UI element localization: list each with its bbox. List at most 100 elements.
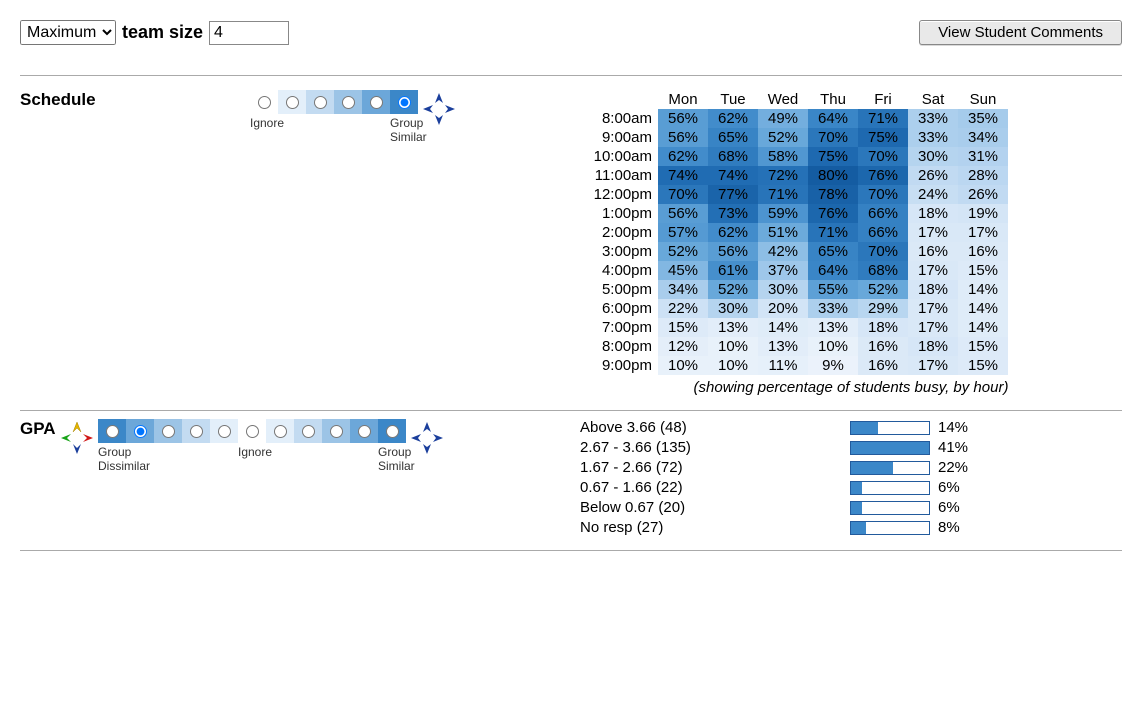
heatmap-cell: 80% — [808, 166, 858, 185]
heatmap-cell: 72% — [758, 166, 808, 185]
gpa-weight-radio-8[interactable] — [322, 419, 350, 443]
heatmap-cell: 26% — [908, 166, 958, 185]
gpa-title: GPA — [20, 419, 60, 439]
time-label: 9:00am — [580, 128, 658, 147]
top-bar-left: MaximumMinimumExact team size — [20, 20, 289, 45]
gpa-weight-radio-9[interactable] — [350, 419, 378, 443]
heatmap-cell: 20% — [758, 299, 808, 318]
heatmap-cell: 56% — [658, 204, 708, 223]
gpa-weight-radio-3[interactable] — [182, 419, 210, 443]
gpa-weight-radio-1[interactable] — [126, 419, 154, 443]
time-label: 7:00pm — [580, 318, 658, 337]
gpa-bar: 22% — [850, 459, 1122, 476]
heatmap-cell: 70% — [858, 242, 908, 261]
heatmap-cell: 37% — [758, 261, 808, 280]
heatmap-cell: 66% — [858, 223, 908, 242]
day-header: Tue — [708, 90, 758, 109]
gpa-weight-slider[interactable]: GroupDissimilarIgnoreGroupSimilar — [98, 419, 406, 473]
time-label: 9:00pm — [580, 356, 658, 375]
heatmap-cell: 76% — [858, 166, 908, 185]
time-label: 5:00pm — [580, 280, 658, 299]
gpa-bar: 6% — [850, 479, 1122, 496]
heatmap-cell: 64% — [808, 109, 858, 128]
gpa-bucket-label: 0.67 - 1.66 (22) — [580, 479, 820, 496]
schedule-weight-radio-5[interactable] — [390, 90, 418, 114]
heatmap-cell: 34% — [658, 280, 708, 299]
day-header: Sat — [908, 90, 958, 109]
heatmap-cell: 18% — [858, 318, 908, 337]
day-header: Thu — [808, 90, 858, 109]
heatmap-cell: 58% — [758, 147, 808, 166]
gpa-bar-pct: 8% — [938, 519, 960, 536]
heatmap-cell: 12% — [658, 337, 708, 356]
heatmap-cell: 11% — [758, 356, 808, 375]
team-size-input[interactable] — [209, 21, 289, 45]
heatmap-cell: 17% — [908, 318, 958, 337]
heatmap-cell: 42% — [758, 242, 808, 261]
heatmap-cell: 56% — [658, 109, 708, 128]
schedule-weight-radio-1[interactable] — [278, 90, 306, 114]
heatmap-cell: 77% — [708, 185, 758, 204]
heatmap-cell: 56% — [658, 128, 708, 147]
gpa-bucket-label: Above 3.66 (48) — [580, 419, 820, 436]
gpa-weight-radio-10[interactable] — [378, 419, 406, 443]
heatmap-cell: 26% — [958, 185, 1008, 204]
gpa-weight-radio-6[interactable] — [266, 419, 294, 443]
heatmap-cell: 73% — [708, 204, 758, 223]
time-label: 6:00pm — [580, 299, 658, 318]
time-label: 2:00pm — [580, 223, 658, 242]
heatmap-cell: 10% — [708, 356, 758, 375]
heatmap-cell: 30% — [908, 147, 958, 166]
schedule-title: Schedule — [20, 90, 250, 110]
view-student-comments-button[interactable]: View Student Comments — [919, 20, 1122, 45]
heatmap-cell: 13% — [808, 318, 858, 337]
schedule-caption: (showing percentage of students busy, by… — [580, 379, 1122, 396]
gpa-weight-radio-2[interactable] — [154, 419, 182, 443]
schedule-weight-radio-3[interactable] — [334, 90, 362, 114]
heatmap-cell: 16% — [958, 242, 1008, 261]
heatmap-cell: 24% — [908, 185, 958, 204]
heatmap-cell: 59% — [758, 204, 808, 223]
heatmap-cell: 75% — [808, 147, 858, 166]
heatmap-cell: 17% — [908, 299, 958, 318]
gpa-weight-radio-7[interactable] — [294, 419, 322, 443]
gpa-weight-radio-0[interactable] — [98, 419, 126, 443]
schedule-weight-radio-0[interactable] — [250, 90, 278, 114]
gpa-section: GPA GroupDissimilarIgnoreGroupSimilar — [20, 411, 1122, 551]
gpa-weight-radio-4[interactable] — [210, 419, 238, 443]
heatmap-cell: 9% — [808, 356, 858, 375]
schedule-weight-slider[interactable]: IgnoreGroupSimilar — [250, 90, 418, 144]
gpa-bar: 6% — [850, 499, 1122, 516]
gpa-bar: 41% — [850, 439, 1122, 456]
gpa-weight-radio-5[interactable] — [238, 419, 266, 443]
gpa-histogram: Above 3.66 (48)2.67 - 3.66 (135)1.67 - 2… — [580, 419, 1122, 536]
heatmap-cell: 18% — [908, 337, 958, 356]
gpa-bar-pct: 22% — [938, 459, 968, 476]
time-label: 8:00am — [580, 109, 658, 128]
gpa-bar: 8% — [850, 519, 1122, 536]
team-size-mode-select[interactable]: MaximumMinimumExact — [20, 20, 116, 45]
gpa-bar-pct: 41% — [938, 439, 968, 456]
heatmap-cell: 17% — [908, 356, 958, 375]
heatmap-cell: 13% — [708, 318, 758, 337]
heatmap-cell: 55% — [808, 280, 858, 299]
heatmap-cell: 57% — [658, 223, 708, 242]
heatmap-cell: 15% — [958, 356, 1008, 375]
heatmap-cell: 35% — [958, 109, 1008, 128]
heatmap-cell: 15% — [958, 261, 1008, 280]
heatmap-cell: 49% — [758, 109, 808, 128]
heatmap-cell: 33% — [808, 299, 858, 318]
heatmap-cell: 66% — [858, 204, 908, 223]
heatmap-cell: 28% — [958, 166, 1008, 185]
heatmap-cell: 33% — [908, 109, 958, 128]
heatmap-cell: 74% — [658, 166, 708, 185]
heatmap-cell: 56% — [708, 242, 758, 261]
heatmap-cell: 71% — [808, 223, 858, 242]
schedule-weight-radio-4[interactable] — [362, 90, 390, 114]
heatmap-cell: 16% — [858, 356, 908, 375]
heatmap-cell: 16% — [858, 337, 908, 356]
heatmap-cell: 62% — [708, 223, 758, 242]
combine-arrows-icon — [410, 421, 444, 455]
schedule-weight-radio-2[interactable] — [306, 90, 334, 114]
time-label: 8:00pm — [580, 337, 658, 356]
